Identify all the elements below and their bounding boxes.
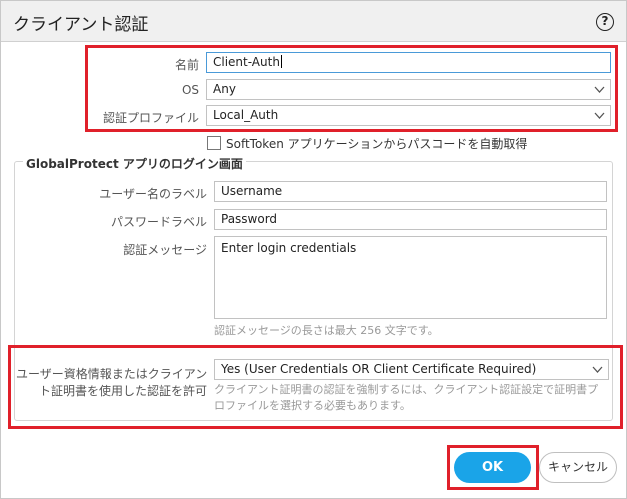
client-auth-dialog: クライアント認証 ? 名前 Client-Auth OS Any 認証プロファイ…	[0, 0, 627, 499]
auth-message-label: 認証メッセージ	[123, 243, 207, 257]
auth-message-hint: 認証メッセージの長さは最大 256 文字です。	[214, 324, 439, 337]
highlight-box-ok	[447, 445, 539, 490]
help-icon[interactable]: ?	[596, 13, 614, 31]
softtoken-label: SoftToken アプリケーションからパスコードを自動取得	[226, 137, 528, 151]
highlight-box-credential	[8, 345, 623, 429]
username-label-input[interactable]: Username	[214, 181, 607, 202]
username-label-value: Username	[221, 184, 283, 198]
password-label-label: パスワードラベル	[110, 215, 207, 229]
username-label-label: ユーザー名のラベル	[99, 187, 207, 201]
password-label-input[interactable]: Password	[214, 209, 607, 230]
auth-message-value: Enter login credentials	[221, 241, 357, 255]
cancel-button[interactable]: キャンセル	[539, 452, 617, 483]
dialog-titlebar: クライアント認証 ?	[1, 1, 626, 42]
dialog-title: クライアント認証	[13, 15, 149, 35]
login-screen-legend: GlobalProtect アプリのログイン画面	[23, 155, 246, 172]
auth-message-textarea[interactable]: Enter login credentials	[214, 236, 607, 319]
password-label-value: Password	[221, 212, 278, 226]
softtoken-checkbox[interactable]	[207, 136, 221, 150]
highlight-box-top	[85, 45, 618, 132]
